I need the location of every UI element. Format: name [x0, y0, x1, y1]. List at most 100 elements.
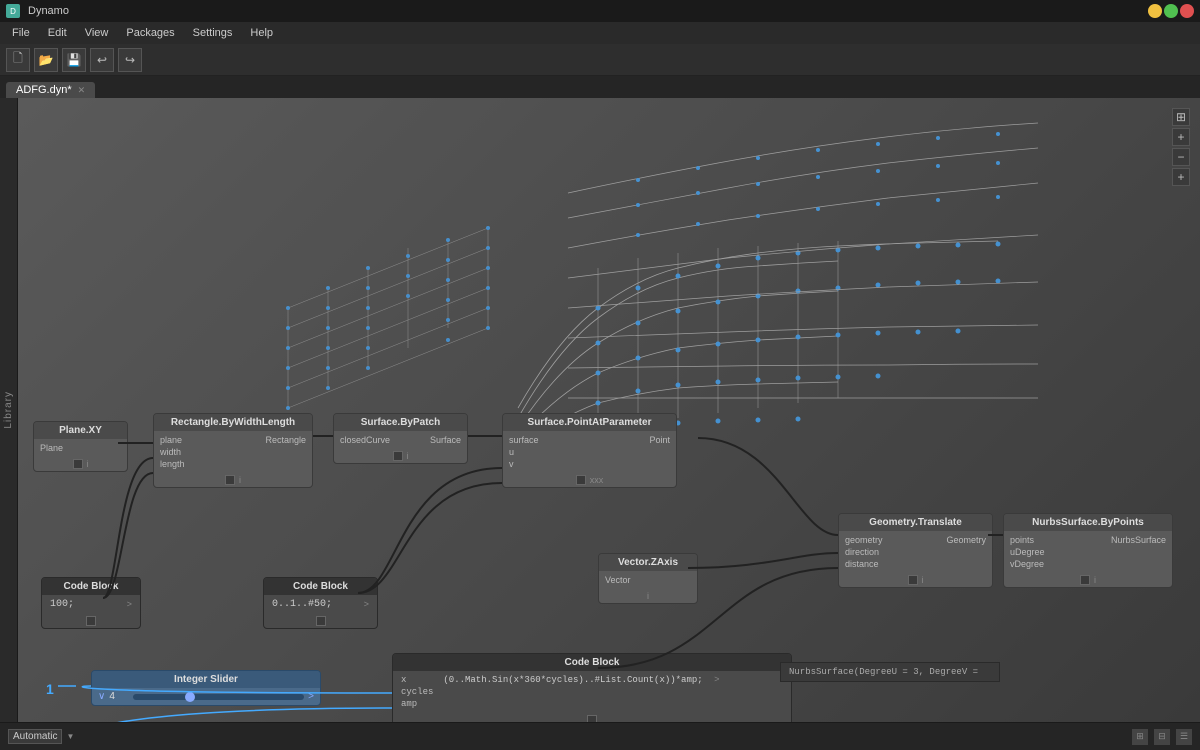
node-spap-title: Surface.PointAtParameter [503, 414, 676, 431]
cb1-arrow: > [127, 600, 132, 610]
menubar: File Edit View Packages Settings Help [0, 22, 1200, 44]
nurbs-port-vdegree: vDegree [1010, 559, 1044, 569]
fit-view-button[interactable]: ⊞ [1172, 108, 1190, 126]
zoom-reset-button[interactable]: + [1172, 168, 1190, 186]
node-vzaxis-title: Vector.ZAxis [599, 554, 697, 571]
gt-port-direction: direction [845, 547, 879, 557]
cbm-port-amp: amp [401, 699, 433, 709]
tab-title: ADFG.dyn* [16, 84, 72, 96]
menu-packages[interactable]: Packages [118, 25, 182, 41]
cb2-arrow: > [364, 600, 369, 610]
library-sidebar[interactable]: Library [0, 98, 18, 722]
new-button[interactable]: 🗋 [6, 48, 30, 72]
graph-view-icon[interactable]: ⊞ [1132, 729, 1148, 745]
node-geometry-translate: Geometry.Translate geometry Geometry dir… [838, 513, 993, 588]
redo-button[interactable]: ↪ [118, 48, 142, 72]
undo-button[interactable]: ↩ [90, 48, 114, 72]
node-rect-title: Rectangle.ByWidthLength [154, 414, 312, 431]
cb2-value: 0..1..#50; [272, 599, 332, 610]
spap-port-surface: surface [509, 435, 539, 445]
rect-port-plane: plane [160, 435, 182, 445]
cb2-title: Code Block [264, 578, 377, 595]
app-icon: D [6, 4, 20, 18]
sbp-port-closed: closedCurve [340, 435, 390, 445]
zoom-controls: ⊞ + − + [1172, 108, 1190, 186]
spap-port-point: Point [649, 435, 670, 445]
node-code-block-2: Code Block 0..1..#50; > [263, 577, 378, 629]
open-button[interactable]: 📂 [34, 48, 58, 72]
node-rect-by-width: Rectangle.ByWidthLength plane Rectangle … [153, 413, 313, 488]
menu-help[interactable]: Help [242, 25, 281, 41]
sbp-port-surface: Surface [430, 435, 461, 445]
spap-port-u: u [509, 447, 514, 457]
rect-port-rectangle: Rectangle [265, 435, 306, 445]
node-rect-checkbox[interactable] [225, 475, 235, 485]
rect-port-length: length [160, 459, 185, 469]
main-area: Library [0, 98, 1200, 722]
node-spap-checkbox[interactable] [576, 475, 586, 485]
cb1-title: Code Block [42, 578, 140, 595]
toolbar: 🗋 📂 💾 ↩ ↪ [0, 44, 1200, 76]
zoom-in-button[interactable]: + [1172, 128, 1190, 146]
node-gt-title: Geometry.Translate [839, 514, 992, 531]
network-icon[interactable]: ⊟ [1154, 729, 1170, 745]
execution-mode-selector[interactable]: Automatic ▼ [8, 729, 74, 744]
slider1-thumb[interactable] [185, 692, 195, 702]
layout-icon[interactable]: ☰ [1176, 729, 1192, 745]
slider1-arrow-left[interactable]: ∨ [98, 691, 105, 702]
active-tab[interactable]: ADFG.dyn* ✕ [6, 82, 95, 98]
minimize-button[interactable] [1148, 4, 1162, 18]
slider1-title: Integer Slider [92, 671, 320, 688]
nurbs-output-text: NurbsSurface(DegreeU = 3, DegreeV = [780, 662, 1000, 682]
node-sbp-checkbox[interactable] [393, 451, 403, 461]
cb1-value: 100; [50, 599, 74, 610]
node-plane-xy-checkbox[interactable] [73, 459, 83, 469]
cbm-port-x: x [401, 675, 433, 685]
rect-port-width: width [160, 447, 181, 457]
slider1-value: 4 [109, 691, 129, 702]
cbm-port-cycles: cycles [401, 687, 433, 697]
zoom-out-button[interactable]: − [1172, 148, 1190, 166]
spap-port-v: v [509, 459, 514, 469]
cb1-checkbox[interactable] [86, 616, 96, 626]
cb2-checkbox[interactable] [316, 616, 326, 626]
slider1-arrow-right[interactable]: > [308, 691, 314, 702]
slider-group-label: 1 [46, 681, 54, 697]
node-vector-zaxis: Vector.ZAxis Vector i [598, 553, 698, 604]
cbm-value: (0..Math.Sin(x*360*cycles)..#List.Count(… [443, 675, 702, 685]
node-nurbs-checkbox[interactable] [1080, 575, 1090, 585]
node-surface-by-patch-title: Surface.ByPatch [334, 414, 467, 431]
vzaxis-port-vector: Vector [605, 575, 631, 585]
execution-mode-label: Automatic [8, 729, 62, 744]
tab-close-icon[interactable]: ✕ [78, 85, 86, 96]
nurbs-port-udegree: uDegree [1010, 547, 1045, 557]
plane-xy-output: Plane [40, 443, 63, 453]
menu-settings[interactable]: Settings [185, 25, 241, 41]
node-nurbs-surface: NurbsSurface.ByPoints points NurbsSurfac… [1003, 513, 1173, 588]
node-plane-xy: Plane.XY Plane i [33, 421, 128, 472]
cbm-checkbox[interactable] [587, 715, 597, 722]
node-gt-checkbox[interactable] [908, 575, 918, 585]
menu-view[interactable]: View [77, 25, 117, 41]
execution-mode-dropdown-arrow[interactable]: ▼ [66, 732, 74, 741]
maximize-button[interactable] [1164, 4, 1178, 18]
node-nurbs-title: NurbsSurface.ByPoints [1004, 514, 1172, 531]
menu-edit[interactable]: Edit [40, 25, 75, 41]
gt-port-geometry-out: Geometry [946, 535, 986, 545]
titlebar: D Dynamo [0, 0, 1200, 22]
tabbar: ADFG.dyn* ✕ [0, 76, 1200, 98]
status-right-icons: ⊞ ⊟ ☰ [1132, 729, 1192, 745]
nurbs-port-out: NurbsSurface [1111, 535, 1166, 545]
node-surface-point-at-param: Surface.PointAtParameter surface Point u… [502, 413, 677, 488]
cbm-arrow: > [709, 675, 720, 685]
node-plane-xy-title: Plane.XY [34, 422, 127, 439]
menu-file[interactable]: File [4, 25, 38, 41]
app-title: Dynamo [28, 5, 69, 17]
canvas[interactable]: ⊞ + − + Plane.XY Plane i Rectangle.ByWid… [18, 98, 1200, 722]
close-button[interactable] [1180, 4, 1194, 18]
node-code-block-main: Code Block x cycles amp (0..Math.Sin(x*3… [392, 653, 792, 722]
save-button[interactable]: 💾 [62, 48, 86, 72]
window-controls [1148, 4, 1194, 18]
slider1-track[interactable] [133, 694, 304, 700]
statusbar: Automatic ▼ ⊞ ⊟ ☰ [0, 722, 1200, 750]
